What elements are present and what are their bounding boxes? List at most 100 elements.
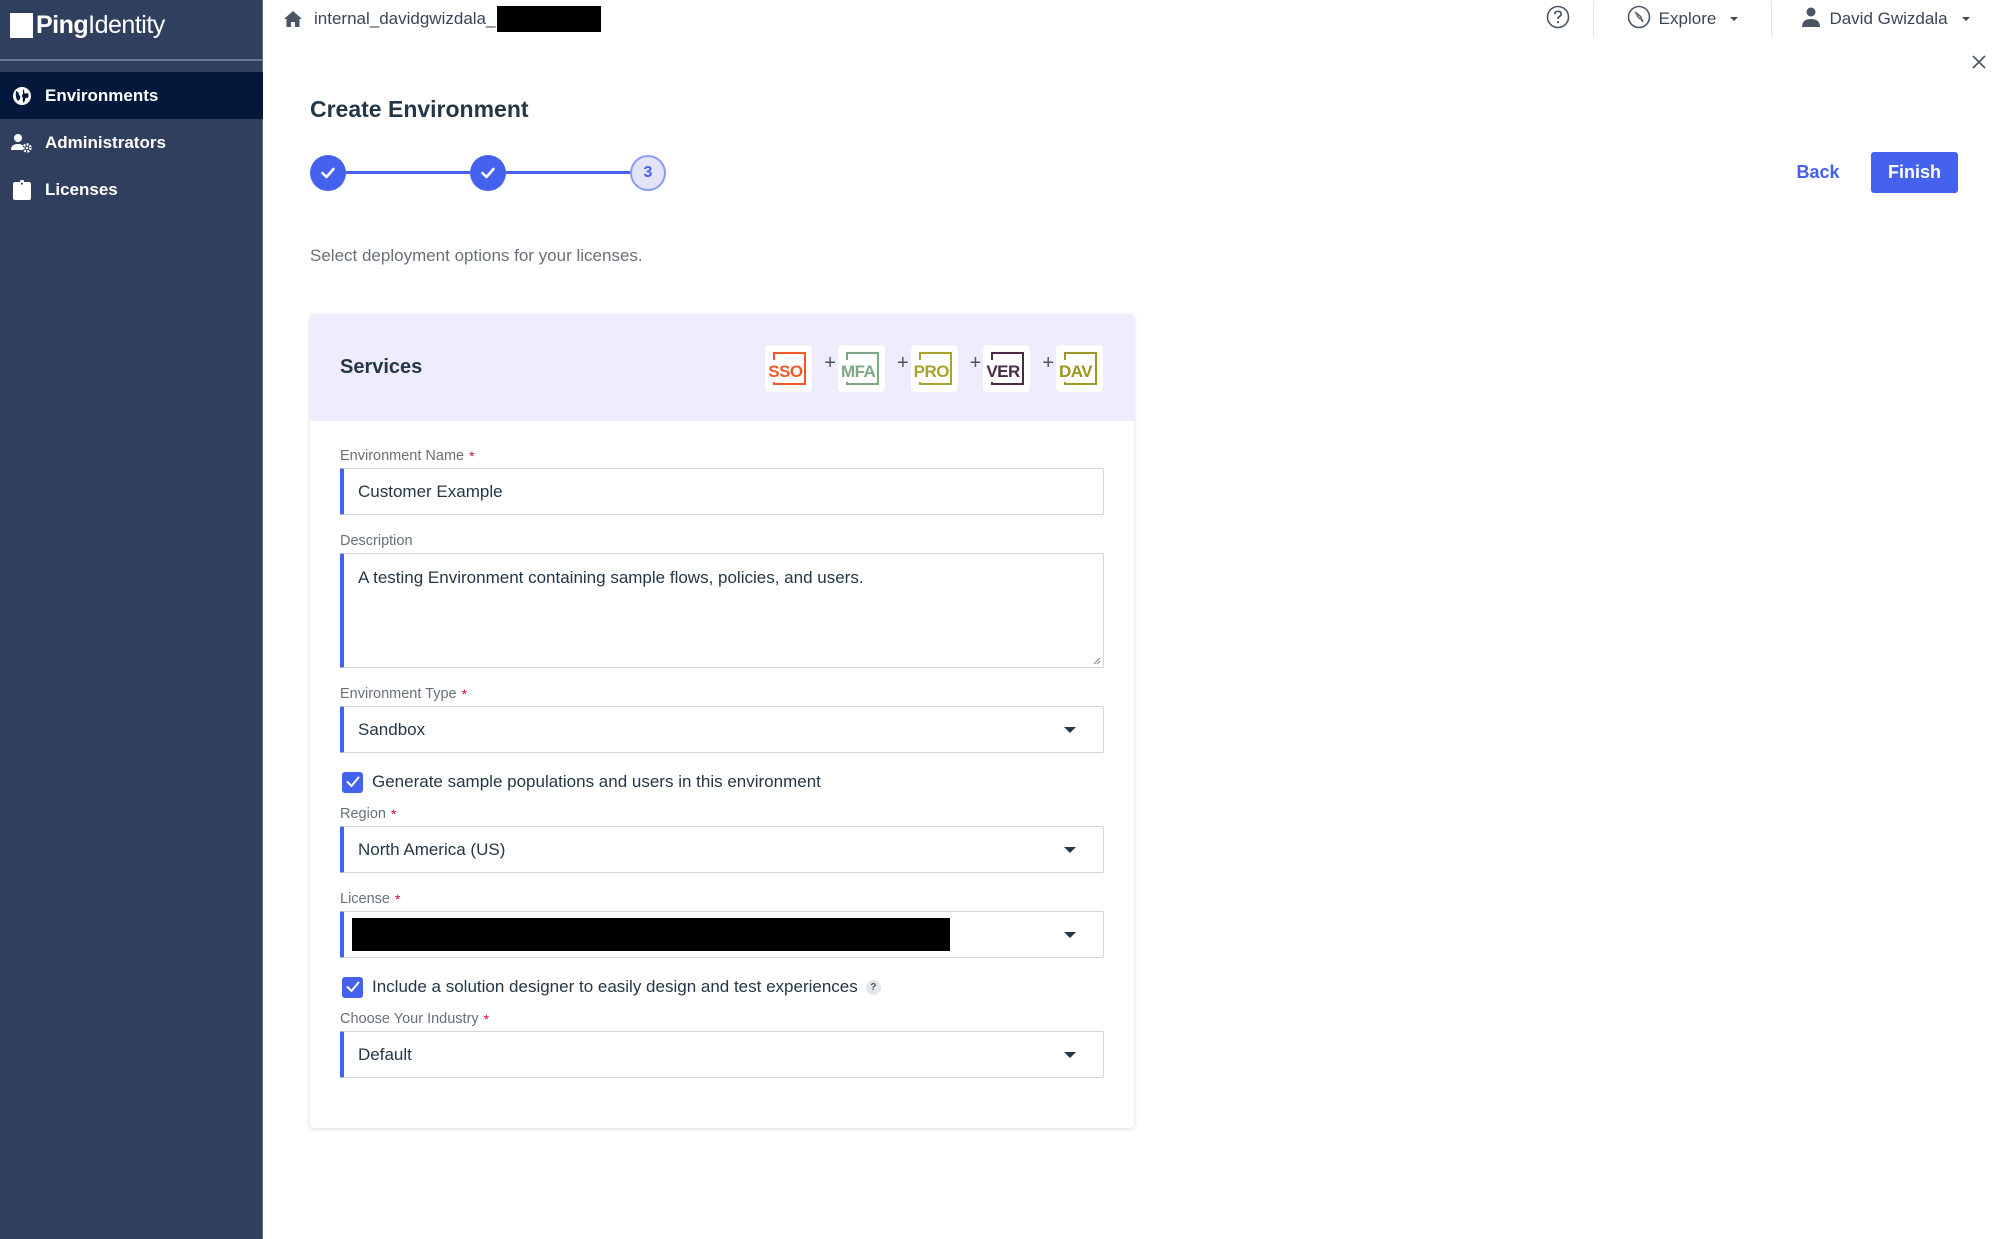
sample-users-checkbox[interactable]: Generate sample populations and users in…	[340, 770, 1104, 794]
breadcrumb[interactable]: internal_davidgwizdala_	[284, 6, 602, 32]
industry-label: Choose Your Industry *	[340, 1009, 1104, 1029]
env-name-input[interactable]	[358, 481, 1103, 502]
globe-icon	[11, 85, 33, 107]
help-button[interactable]	[1523, 5, 1593, 34]
sidebar-item-label: Environments	[45, 85, 159, 105]
back-button[interactable]: Back	[1782, 152, 1854, 192]
step-1-complete[interactable]	[310, 155, 346, 191]
close-button[interactable]	[1967, 52, 1991, 76]
plus-sign: +	[1042, 352, 1054, 374]
region-label: Region *	[340, 804, 1104, 824]
help-icon	[1546, 5, 1570, 34]
check-icon	[346, 776, 359, 787]
chevron-down-icon	[1064, 727, 1076, 733]
explore-menu[interactable]: Explore	[1594, 5, 1771, 34]
services-card: Services SSO + MFA + PRO + VER + DAV Env…	[310, 314, 1134, 1128]
chevron-down-icon	[1064, 932, 1076, 938]
license-select[interactable]	[340, 911, 1104, 958]
sidebar-item-administrators[interactable]: Administrators	[0, 119, 263, 166]
services-title: Services	[340, 356, 423, 378]
check-icon	[321, 167, 335, 179]
sso-service-icon: SSO	[765, 345, 813, 392]
user-gear-icon	[11, 132, 33, 154]
sidebar-nav: Environments Administrators Licenses	[0, 72, 263, 213]
badge-label: MFA	[840, 362, 877, 382]
label-text: Description	[340, 533, 413, 549]
help-tooltip-icon[interactable]: ?	[865, 979, 881, 995]
clipboard-icon	[11, 179, 33, 201]
services-header: Services SSO + MFA + PRO + VER + DAV	[310, 314, 1134, 421]
sidebar-item-environments[interactable]: Environments	[0, 72, 263, 119]
top-bar: internal_davidgwizdala_ Explore David Gw…	[264, 0, 1999, 40]
description-field[interactable]: A testing Environment containing sample …	[340, 553, 1104, 668]
region-select[interactable]: North America (US)	[340, 826, 1104, 873]
dav-service-icon: DAV	[1056, 345, 1103, 392]
solution-designer-checkbox[interactable]: Include a solution designer to easily de…	[340, 975, 1104, 999]
chevron-down-icon	[1961, 17, 1970, 21]
step-2-complete[interactable]	[470, 155, 506, 191]
badge-label: DAV	[1059, 362, 1094, 382]
sidebar-item-label: Administrators	[45, 132, 166, 152]
top-right-actions: Explore David Gwizdala	[1523, 0, 1999, 38]
checkbox-checked[interactable]	[342, 771, 363, 793]
page-title: Create Environment	[310, 96, 529, 122]
page-subtitle: Select deployment options for your licen…	[310, 246, 643, 265]
label-text: License	[340, 891, 390, 907]
logo-text-light: Identity	[88, 10, 165, 39]
compass-icon	[1627, 5, 1651, 34]
explore-label: Explore	[1658, 9, 1717, 28]
required-marker: *	[469, 448, 475, 464]
label-text: Region	[340, 806, 386, 822]
industry-select[interactable]: Default	[340, 1031, 1104, 1078]
breadcrumb-org-name: internal_davidgwizdala_	[314, 9, 496, 28]
ping-identity-logo[interactable]: PingIdentity	[10, 10, 165, 40]
home-icon[interactable]	[284, 11, 302, 27]
env-type-select[interactable]: Sandbox	[340, 706, 1104, 753]
required-marker: *	[461, 686, 468, 702]
env-name-label: Environment Name *	[340, 446, 1104, 466]
description-label: Description	[340, 531, 1104, 551]
sidebar-item-licenses[interactable]: Licenses	[0, 166, 263, 213]
select-value: Default	[358, 1044, 412, 1064]
license-label: License *	[340, 889, 1104, 909]
step-3-current: 3	[630, 155, 666, 191]
sidebar: PingIdentity Environments Administrators…	[0, 0, 263, 1239]
user-menu[interactable]: David Gwizdala	[1772, 7, 1999, 32]
required-marker: *	[394, 891, 401, 907]
env-name-field[interactable]	[340, 468, 1104, 515]
required-marker: *	[483, 1011, 490, 1027]
env-type-label: Environment Type *	[340, 684, 1104, 704]
label-text: Environment Name	[340, 448, 465, 464]
select-value: Sandbox	[358, 719, 426, 739]
ver-service-icon: VER	[983, 345, 1031, 392]
pro-service-icon: PRO	[910, 345, 958, 392]
service-badges: SSO + MFA + PRO + VER + DAV	[765, 345, 1103, 392]
finish-button[interactable]: Finish	[1871, 152, 1958, 193]
step-connector	[488, 171, 648, 174]
checkbox-checked[interactable]	[342, 976, 363, 998]
chevron-down-icon	[1064, 1052, 1076, 1058]
checkbox-label: Generate sample populations and users in…	[372, 772, 821, 791]
redacted-license-value	[352, 918, 950, 951]
step-connector	[328, 171, 488, 174]
chevron-down-icon	[1730, 17, 1739, 21]
plus-sign: +	[824, 352, 836, 374]
sidebar-divider	[0, 59, 263, 61]
plus-sign: +	[969, 352, 982, 374]
badge-label: PRO	[913, 362, 950, 382]
badge-label: VER	[986, 362, 1021, 382]
close-icon	[1971, 54, 1987, 75]
step-number: 3	[643, 164, 653, 181]
label-text: Choose Your Industry	[340, 1011, 479, 1027]
plus-sign: +	[896, 352, 909, 374]
description-textarea[interactable]: A testing Environment containing sample …	[358, 568, 1103, 658]
mfa-service-icon: MFA	[837, 345, 885, 392]
resize-handle-icon[interactable]	[1093, 657, 1101, 665]
logo-text-bold: Ping	[36, 10, 89, 39]
checkbox-label: Include a solution designer to easily de…	[372, 977, 858, 996]
check-icon	[346, 981, 359, 992]
badge-label: SSO	[768, 362, 804, 382]
logo-mark	[10, 12, 33, 38]
user-name: David Gwizdala	[1829, 9, 1948, 28]
select-value: North America (US)	[358, 839, 506, 859]
